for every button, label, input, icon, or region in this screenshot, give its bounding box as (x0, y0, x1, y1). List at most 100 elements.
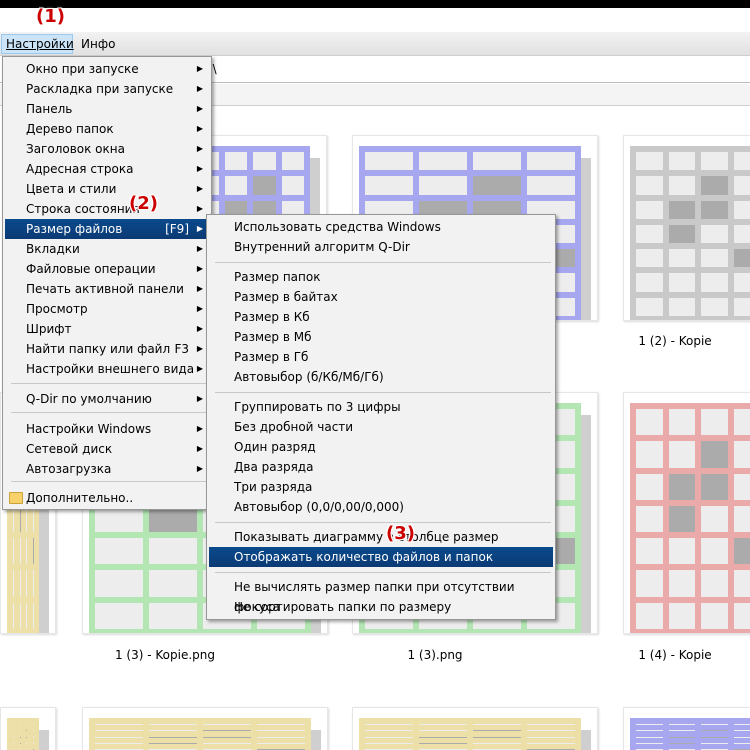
menu-item-label: Заголовок окна (26, 142, 125, 156)
submenu-item[interactable]: Размер в Гб (209, 347, 553, 367)
image-grid-cell (701, 273, 728, 292)
submenu-item-label: Три разряда (234, 480, 313, 494)
submenu-arrow-icon: ▶ (196, 444, 203, 453)
menu-item-label: Окно при запуске (26, 62, 139, 76)
submenu-item[interactable]: Один разряд (209, 437, 553, 457)
image-grid-cell (636, 473, 663, 500)
menu-item-label: Просмотр (26, 302, 88, 316)
image-grid-cell (32, 570, 33, 597)
menu-item[interactable]: Настройки Windows ▶ (5, 419, 209, 439)
submenu-item[interactable]: Размер в Кб (209, 307, 553, 327)
submenu-item[interactable]: Не вычислять размер папки при отсутствии… (209, 577, 553, 614)
image-grid (7, 718, 39, 750)
menu-item[interactable]: Дополнительно.. (5, 488, 209, 508)
menu-info[interactable]: Инфо (77, 34, 119, 54)
image-grid-cell (419, 152, 467, 171)
submenu-item[interactable]: Два разряда (209, 457, 553, 477)
menu-item[interactable]: Строка состояния ▶ (5, 199, 209, 219)
file-thumbnail[interactable] (623, 392, 750, 634)
submenu-item[interactable]: Не сортировать папки по размеру (209, 597, 553, 617)
menu-item-label: Автозагрузка (26, 462, 112, 476)
image-grid-cell (701, 602, 728, 629)
submenu-item[interactable]: Внутренний алгоритм Q-Dir (209, 237, 553, 257)
image-grid-cell (701, 176, 728, 195)
submenu-item[interactable]: Размер в Мб (209, 327, 553, 347)
menu-item[interactable]: Файловые операции ▶ (5, 259, 209, 279)
menu-item-label: Сетевой диск (26, 442, 113, 456)
file-thumbnail[interactable] (352, 707, 598, 750)
menu-item-label: Найти папку или файл (26, 342, 171, 356)
submenu-item[interactable]: Размер папок (209, 267, 553, 287)
submenu-item[interactable]: Три разряда (209, 477, 553, 497)
file-caption: 1 (3) - Kopie.png (114, 648, 215, 662)
submenu-arrow-icon: ▶ (196, 284, 203, 293)
menu-item[interactable]: Автозагрузка ▶ (5, 459, 209, 479)
image-grid (359, 718, 581, 750)
image-grid-cell (636, 152, 663, 171)
menu-item[interactable]: Раскладка при запуске ▶ (5, 79, 209, 99)
image-grid-cell (701, 473, 728, 500)
submenu-arrow-icon: ▶ (196, 64, 203, 73)
submenu-item[interactable]: Размер в байтах (209, 287, 553, 307)
image-grid-cell (701, 249, 728, 268)
menu-item[interactable]: Q-Dir по умолчанию ▶ (5, 389, 209, 409)
menu-item[interactable]: Цвета и стили ▶ (5, 179, 209, 199)
menu-item[interactable]: Размер файлов [F9] ▶ (5, 219, 209, 239)
submenu-arrow-icon: ▶ (196, 164, 203, 173)
image-grid-cell (19, 538, 20, 565)
menu-item-shortcut: F3 (174, 342, 189, 356)
menu-item[interactable]: Дерево папок ▶ (5, 119, 209, 139)
menu-item-label: Печать активной панели (26, 282, 184, 296)
menu-item[interactable]: Настройки внешнего вида ▶ (5, 359, 209, 379)
file-thumbnail[interactable] (623, 707, 750, 750)
image-grid-cell (26, 538, 27, 565)
submenu-item[interactable]: Показывать диаграмму в столбце размер (209, 527, 553, 547)
menu-item[interactable]: Сетевой диск ▶ (5, 439, 209, 459)
image-grid-cell (32, 602, 33, 629)
image-grid-cell (701, 570, 728, 597)
submenu-item-label: Автовыбор (б/Кб/Мб/Гб) (234, 370, 384, 384)
menu-item[interactable]: Шрифт ▶ (5, 319, 209, 339)
submenu-item[interactable]: Группировать по 3 цифры (209, 397, 553, 417)
submenu-item[interactable]: Использовать средства Windows (209, 217, 553, 237)
menu-item[interactable]: Панель ▶ (5, 99, 209, 119)
image-grid-cell (733, 249, 750, 268)
image-grid-cell (95, 602, 143, 629)
image-grid-cell (733, 505, 750, 533)
submenu-item[interactable]: Отображать количество файлов и папок (209, 547, 553, 567)
menu-item-label: Вкладки (26, 242, 80, 256)
submenu-item-label: Автовыбор (0,0/0,00/0,000) (234, 500, 404, 514)
menu-settings[interactable]: Настройки (1, 34, 74, 54)
image-grid-cell (668, 200, 695, 219)
file-thumbnail[interactable] (623, 135, 750, 321)
submenu-item[interactable]: Без дробной части (209, 417, 553, 437)
submenu-item[interactable]: Автовыбор (б/Кб/Мб/Гб) (209, 367, 553, 387)
file-thumbnail[interactable] (0, 707, 56, 750)
menu-item[interactable]: Печать активной панели ▶ (5, 279, 209, 299)
menu-item[interactable]: Заголовок окна ▶ (5, 139, 209, 159)
submenu-item[interactable]: Автовыбор (0,0/0,00/0,000) (209, 497, 553, 517)
image-grid-cell (668, 570, 695, 597)
menu-item[interactable]: Вкладки ▶ (5, 239, 209, 259)
menu-item-label: Раскладка при запуске (26, 82, 174, 96)
menu-item[interactable]: Адресная строка ▶ (5, 159, 209, 179)
menu-item[interactable]: Просмотр ▶ (5, 299, 209, 319)
image-grid-cell (668, 538, 695, 565)
image-grid-cell (733, 297, 750, 316)
annotation-2: (2) (129, 193, 158, 214)
image-grid-cell (636, 602, 663, 629)
menu-separator (11, 412, 207, 413)
image-grid-cell (365, 152, 413, 171)
file-thumbnail[interactable] (82, 707, 328, 750)
submenu-arrow-icon: ▶ (196, 104, 203, 113)
submenu-item-label: Размер папок (234, 270, 321, 284)
submenu-arrow-icon: ▶ (196, 344, 203, 353)
menu-item[interactable]: Окно при запуске ▶ (5, 59, 209, 79)
image-grid-cell (19, 602, 20, 629)
submenu-item-label: Размер в Гб (234, 350, 309, 364)
submenu-arrow-icon: ▶ (196, 364, 203, 373)
image-grid-cell (253, 176, 276, 195)
menu-item[interactable]: Найти папку или файл F3 ▶ (5, 339, 209, 359)
submenu-arrow-icon: ▶ (196, 394, 203, 403)
menu-item-label: Панель (26, 102, 73, 116)
